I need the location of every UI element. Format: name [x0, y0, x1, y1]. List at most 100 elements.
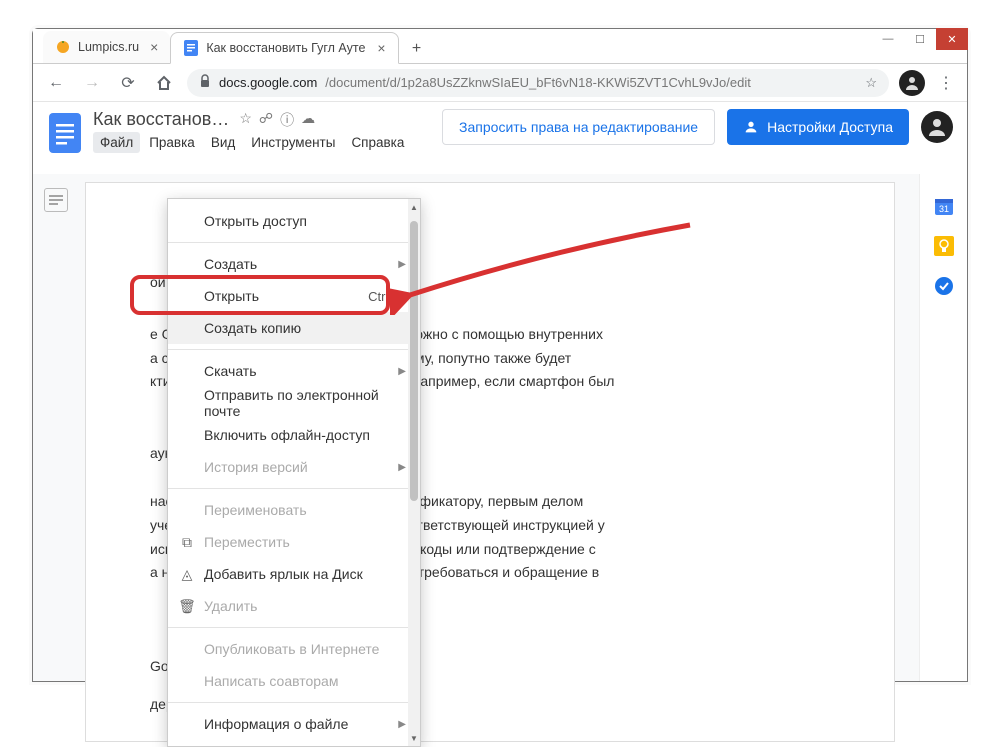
menu-item-label: Включить офлайн-доступ: [204, 427, 370, 443]
star-icon[interactable]: ☆: [239, 110, 252, 130]
account-avatar[interactable]: [921, 111, 953, 143]
menu-item-label: Переместить: [204, 534, 290, 550]
close-tab-icon[interactable]: ×: [377, 40, 385, 56]
favicon-icon: [55, 39, 71, 55]
menu-item-label: Открыть: [204, 288, 259, 304]
menu-item[interactable]: Информация о файле ▶: [168, 708, 420, 740]
menu-shortcut: Ctrl+O: [368, 289, 406, 304]
submenu-arrow-icon: ▶: [398, 259, 406, 270]
keep-icon[interactable]: [934, 236, 954, 256]
file-menu-dropdown: Открыть доступ Создать ▶ Открыть Ctrl+O Созда…: [167, 198, 421, 747]
menu-item-label: Информация о файле: [204, 716, 348, 732]
menu-item-label: Скачать: [204, 363, 257, 379]
scroll-up-icon[interactable]: ▲: [408, 201, 420, 213]
svg-text:31: 31: [938, 204, 948, 214]
side-panel: 31: [919, 174, 967, 681]
menu-help[interactable]: Справка: [344, 132, 411, 153]
title-area: Как восстанов… ☆ ☍ ⓘ ☁ Файл Правка Вид И…: [93, 109, 411, 153]
title-icons: ☆ ☍ ⓘ ☁: [239, 110, 315, 130]
menu-item-label: История версий: [204, 459, 308, 475]
bookmark-star-icon[interactable]: ☆: [865, 75, 877, 91]
menu-item-label: Добавить ярлык на Диск: [204, 566, 363, 582]
menu-item[interactable]: Включить офлайн-доступ: [168, 419, 420, 451]
menu-item-label: Переименовать: [204, 502, 307, 518]
menu-item-label: Отправить по электронной почте: [204, 387, 406, 419]
menu-item[interactable]: Скачать ▶: [168, 355, 420, 387]
menu-item: ⧉ Переместить: [168, 526, 420, 558]
menu-item-label: Написать соавторам: [204, 673, 338, 689]
menu-item-icon: ⧉: [178, 534, 196, 551]
left-gutter: [33, 174, 79, 681]
calendar-icon[interactable]: 31: [934, 196, 954, 216]
menu-view[interactable]: Вид: [204, 132, 242, 153]
scroll-down-icon[interactable]: ▼: [408, 732, 420, 744]
menu-item-label: Создать копию: [204, 320, 301, 336]
info-icon[interactable]: ⓘ: [280, 110, 294, 130]
outline-toggle-icon[interactable]: [44, 188, 68, 212]
menu-tools[interactable]: Инструменты: [244, 132, 342, 153]
menu-item-label: Создать: [204, 256, 257, 272]
docs-logo-icon[interactable]: [47, 109, 83, 157]
minimize-button[interactable]: —: [872, 28, 904, 50]
forward-button[interactable]: →: [79, 70, 105, 96]
browser-tab[interactable]: Lumpics.ru ×: [43, 31, 170, 63]
menu-item[interactable]: ◬Добавить ярлык на Диск: [168, 558, 420, 590]
menu-item: Переименовать: [168, 494, 420, 526]
browser-tab[interactable]: Как восстановить Гугл Аутентис ×: [170, 32, 398, 64]
window-controls: — ☐ ✕: [872, 28, 968, 50]
menu-item: Опубликовать в Интернете: [168, 633, 420, 665]
menu-edit[interactable]: Правка: [142, 132, 202, 153]
dropdown-scrollbar[interactable]: ▲ ▼: [408, 199, 420, 746]
url-path: /document/d/1p2a8UsZZknwSIaEU_bFt6vN18-K…: [325, 75, 751, 90]
new-tab-button[interactable]: +: [403, 35, 431, 63]
submenu-arrow-icon: ▶: [398, 462, 406, 473]
menu-item[interactable]: Создать ▶: [168, 248, 420, 280]
lock-icon: [199, 74, 211, 91]
maximize-button[interactable]: ☐: [904, 28, 936, 50]
person-icon: [743, 119, 759, 135]
move-icon[interactable]: ☍: [259, 110, 273, 130]
menu-item-label: Удалить: [204, 598, 257, 614]
browser-window: — ☐ ✕ Lumpics.ru × Как восстановить Гугл…: [32, 28, 968, 682]
menu-separator: [168, 242, 420, 243]
document-title[interactable]: Как восстанов…: [93, 109, 229, 130]
tasks-icon[interactable]: [934, 276, 954, 296]
menu-file[interactable]: Файл: [93, 132, 140, 153]
address-bar: ← → ⟳ docs.google.com/document/d/1p2a8Us…: [33, 64, 967, 102]
url-input[interactable]: docs.google.com/document/d/1p2a8UsZZknwS…: [187, 69, 889, 97]
url-host: docs.google.com: [219, 75, 317, 90]
menubar: Файл Правка Вид Инструменты Справка: [93, 132, 411, 153]
tab-label: Как восстановить Гугл Аутентис: [206, 41, 366, 55]
menu-item-label: Опубликовать в Интернете: [204, 641, 379, 657]
menu-item[interactable]: Открыть Ctrl+O: [168, 280, 420, 312]
menu-item[interactable]: Создать копию: [168, 312, 420, 344]
cloud-status-icon: ☁: [301, 110, 315, 130]
submenu-arrow-icon: ▶: [398, 719, 406, 730]
menu-separator: [168, 702, 420, 703]
home-button[interactable]: [151, 70, 177, 96]
menu-item-icon: 🗑: [178, 598, 196, 615]
submenu-arrow-icon: ▶: [398, 366, 406, 377]
menu-separator: [168, 627, 420, 628]
docs-favicon-icon: [183, 40, 199, 56]
request-edit-button[interactable]: Запросить права на редактирование: [442, 109, 715, 145]
docs-header: Как восстанов… ☆ ☍ ⓘ ☁ Файл Правка Вид И…: [33, 102, 967, 164]
menu-item-label: Открыть доступ: [204, 213, 307, 229]
menu-item[interactable]: Отправить по электронной почте: [168, 387, 420, 419]
share-button-label: Настройки Доступа: [767, 119, 893, 135]
close-button[interactable]: ✕: [936, 28, 968, 50]
menu-item: История версий ▶: [168, 451, 420, 483]
menu-item: Написать соавторам: [168, 665, 420, 697]
menu-separator: [168, 349, 420, 350]
back-button[interactable]: ←: [43, 70, 69, 96]
reload-button[interactable]: ⟳: [115, 70, 141, 96]
menu-item: 🗑 Удалить: [168, 590, 420, 622]
tab-label: Lumpics.ru: [78, 40, 139, 54]
close-tab-icon[interactable]: ×: [150, 39, 158, 55]
share-button[interactable]: Настройки Доступа: [727, 109, 909, 145]
menu-item[interactable]: Открыть доступ: [168, 205, 420, 237]
menu-separator: [168, 488, 420, 489]
scroll-thumb[interactable]: [410, 221, 418, 501]
browser-menu-button[interactable]: ⋮: [935, 73, 957, 93]
profile-avatar[interactable]: [899, 70, 925, 96]
